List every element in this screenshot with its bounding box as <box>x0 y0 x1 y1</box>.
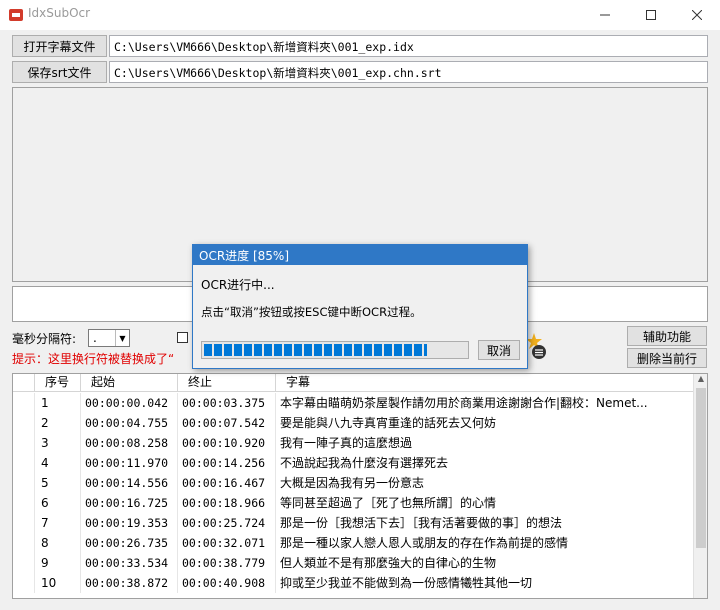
end-cell: 00:00:40.908 <box>178 573 276 593</box>
start-cell: 00:00:38.872 <box>81 573 178 593</box>
row-select-cell <box>13 473 35 493</box>
start-cell: 00:00:26.735 <box>81 533 178 553</box>
ocr-progress-dialog: OCR进度 [85%] OCR进行中... 点击“取消”按钮或按ESC键中断OC… <box>192 244 528 369</box>
index-cell: 2 <box>35 413 81 433</box>
table-row[interactable]: 1 00:00:00.042 00:00:03.375 本字幕由瞄萌奶茶屋製作請勿用於… <box>13 393 694 413</box>
save-path-field[interactable]: C:\Users\VM666\Desktop\新增資料夾\001_exp.chn… <box>109 61 708 83</box>
table-header: 序号 起始 终止 字幕 <box>13 374 694 392</box>
index-cell: 8 <box>35 533 81 553</box>
end-cell: 00:00:18.966 <box>178 493 276 513</box>
end-cell: 00:00:38.779 <box>178 553 276 573</box>
table-row[interactable]: 6 00:00:16.725 00:00:18.966 等同甚至超過了［死了也無所謂］… <box>13 493 694 513</box>
column-header-subtitle[interactable]: 字幕 <box>276 374 694 391</box>
index-cell: 3 <box>35 433 81 453</box>
hint-text: 提示：这里换行符被替换成了“ <box>12 352 175 366</box>
subtitle-table[interactable]: 序号 起始 终止 字幕 1 00:00:00.042 00:00:03.375 本字幕… <box>12 373 708 599</box>
start-cell: 00:00:11.970 <box>81 453 178 473</box>
row-select-cell <box>13 413 35 433</box>
start-cell: 00:00:14.556 <box>81 473 178 493</box>
subtitle-cell: 抑或至少我並不能做到為一份感情犧牲其他一切 <box>276 573 694 593</box>
table-row[interactable]: 2 00:00:04.755 00:00:07.542 要是能與八九寺真宵重逢的話死去… <box>13 413 694 433</box>
row-select-cell <box>13 513 35 533</box>
open-subtitle-button[interactable]: 打开字幕文件 <box>12 35 107 57</box>
ocr-progress-bar <box>201 341 469 359</box>
start-cell: 00:00:04.755 <box>81 413 178 433</box>
subtitle-cell: 那是一種以家人戀人恩人或朋友的存在作為前提的感情 <box>276 533 694 553</box>
ms-separator-select[interactable]: . ▼ <box>88 329 130 347</box>
maximize-icon <box>646 10 656 20</box>
index-cell: 10 <box>35 573 81 593</box>
minimize-button[interactable] <box>582 0 628 30</box>
scroll-up-icon[interactable]: ▲ <box>696 374 706 386</box>
start-cell: 00:00:00.042 <box>81 393 178 413</box>
column-header-index[interactable]: 序号 <box>35 374 81 391</box>
subtitle-cell: 但人類並不是有那麼強大的自律心的生物 <box>276 553 694 573</box>
table-row[interactable]: 3 00:00:08.258 00:00:10.920 我有一陣子真的這麼想過 <box>13 433 694 453</box>
index-cell: 6 <box>35 493 81 513</box>
row-select-cell <box>13 453 35 473</box>
dialog-instruction-text: 点击“取消”按钮或按ESC键中断OCR过程。 <box>201 305 422 319</box>
end-cell: 00:00:25.724 <box>178 513 276 533</box>
row-select-cell <box>13 533 35 553</box>
close-button[interactable] <box>674 0 720 30</box>
chevron-down-icon: ▼ <box>115 330 129 346</box>
end-cell: 00:00:03.375 <box>178 393 276 413</box>
subtitle-cell: 那是一份［我想活下去］［我有活著要做的事］的想法 <box>276 513 694 533</box>
title-bar: IdxSubOcr <box>0 0 720 30</box>
app-icon <box>9 9 23 21</box>
start-cell: 00:00:19.353 <box>81 513 178 533</box>
table-row[interactable]: 10 00:00:38.872 00:00:40.908 抑或至少我並不能做到為一份感… <box>13 573 694 593</box>
assist-button[interactable]: 辅助功能 <box>627 326 707 346</box>
row-select-cell <box>13 553 35 573</box>
end-cell: 00:00:16.467 <box>178 473 276 493</box>
table-row[interactable]: 7 00:00:19.353 00:00:25.724 那是一份［我想活下去］［我有活… <box>13 513 694 533</box>
delete-row-button[interactable]: 删除当前行 <box>627 348 707 368</box>
subtitle-cell: 本字幕由瞄萌奶茶屋製作請勿用於商業用途謝謝合作|翻校：Nemet... <box>276 393 694 413</box>
index-cell: 9 <box>35 553 81 573</box>
table-row[interactable]: 8 00:00:26.735 00:00:32.071 那是一種以家人戀人恩人或朋友的… <box>13 533 694 553</box>
end-cell: 00:00:32.071 <box>178 533 276 553</box>
index-cell: 1 <box>35 393 81 413</box>
subtitle-cell: 等同甚至超過了［死了也無所謂］的心情 <box>276 493 694 513</box>
ms-separator-value: . <box>93 331 97 345</box>
close-icon <box>692 10 702 20</box>
column-header-select <box>13 374 35 391</box>
row-select-cell <box>13 573 35 593</box>
ms-separator-label: 毫秒分隔符: <box>12 332 77 346</box>
settings-icon[interactable] <box>526 332 548 360</box>
progress-fill <box>204 344 427 356</box>
cancel-button[interactable]: 取消 <box>478 340 520 360</box>
column-header-start[interactable]: 起始 <box>81 374 178 391</box>
start-cell: 00:00:16.725 <box>81 493 178 513</box>
table-row[interactable]: 5 00:00:14.556 00:00:16.467 大概是因為我有另一份意志 <box>13 473 694 493</box>
table-scrollbar[interactable]: ▲ <box>693 374 707 598</box>
row-select-cell <box>13 433 35 453</box>
row-select-cell <box>13 393 35 413</box>
option-checkbox[interactable] <box>177 332 188 343</box>
index-cell: 7 <box>35 513 81 533</box>
row-select-cell <box>13 493 35 513</box>
scrollbar-thumb[interactable] <box>696 388 706 548</box>
save-srt-button[interactable]: 保存srt文件 <box>12 61 107 83</box>
maximize-button[interactable] <box>628 0 674 30</box>
table-row[interactable]: 9 00:00:33.534 00:00:38.779 但人類並不是有那麼強大的自律心… <box>13 553 694 573</box>
subtitle-cell: 我有一陣子真的這麼想過 <box>276 433 694 453</box>
dialog-status-text: OCR进行中... <box>201 278 275 292</box>
index-cell: 5 <box>35 473 81 493</box>
end-cell: 00:00:14.256 <box>178 453 276 473</box>
open-path-field[interactable]: C:\Users\VM666\Desktop\新增資料夾\001_exp.idx <box>109 35 708 57</box>
subtitle-cell: 不過說起我為什麼沒有選擇死去 <box>276 453 694 473</box>
index-cell: 4 <box>35 453 81 473</box>
minimize-icon <box>600 14 610 16</box>
subtitle-cell: 要是能與八九寺真宵重逢的話死去又何妨 <box>276 413 694 433</box>
dialog-title: OCR进度 [85%] <box>193 245 527 265</box>
start-cell: 00:00:08.258 <box>81 433 178 453</box>
end-cell: 00:00:07.542 <box>178 413 276 433</box>
column-header-end[interactable]: 终止 <box>178 374 276 391</box>
window-title: IdxSubOcr <box>28 6 91 20</box>
end-cell: 00:00:10.920 <box>178 433 276 453</box>
subtitle-cell: 大概是因為我有另一份意志 <box>276 473 694 493</box>
start-cell: 00:00:33.534 <box>81 553 178 573</box>
table-row[interactable]: 4 00:00:11.970 00:00:14.256 不過說起我為什麼沒有選擇死去 <box>13 453 694 473</box>
